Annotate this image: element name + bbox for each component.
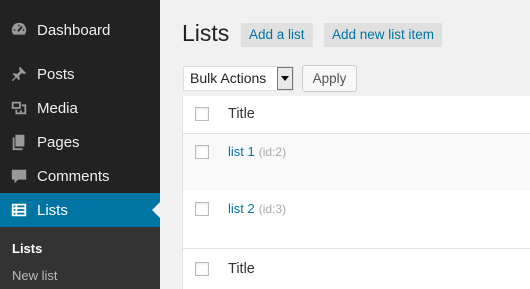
list-id: (id:3) xyxy=(258,202,287,216)
list-icon xyxy=(9,200,29,220)
sidebar-item-label: Pages xyxy=(37,133,80,151)
column-header-title[interactable]: Title xyxy=(228,106,255,122)
list-id: (id:2) xyxy=(258,145,287,159)
list-item: list 1 (id:2) xyxy=(228,144,286,159)
main-content: Lists Add a list Add new list item Bulk … xyxy=(160,0,530,289)
media-icon xyxy=(9,98,29,118)
add-list-button[interactable]: Add a list xyxy=(241,23,313,47)
table-footer-row: Title xyxy=(183,248,530,289)
sidebar-item-label: Dashboard xyxy=(37,21,111,39)
table-row: list 2 (id:3) xyxy=(183,191,530,248)
chevron-down-icon[interactable] xyxy=(277,67,293,90)
sidebar-item-label: Comments xyxy=(37,167,110,185)
column-footer-title[interactable]: Title xyxy=(228,261,255,277)
bulk-actions-value: Bulk Actions xyxy=(190,70,267,86)
sidebar-item-label: Lists xyxy=(37,201,68,219)
admin-sidebar: Dashboard Posts Media Pages Comments Lis… xyxy=(0,0,160,289)
lists-submenu: Lists New list xyxy=(0,227,160,289)
comment-icon xyxy=(9,166,29,186)
list-item: list 2 (id:3) xyxy=(228,201,286,216)
pages-icon xyxy=(9,132,29,152)
sidebar-item-dashboard[interactable]: Dashboard xyxy=(0,13,160,47)
active-indicator xyxy=(152,202,160,218)
lists-table: Title list 1 (id:2) list 2 (id:3) Title xyxy=(182,96,530,289)
sidebar-item-label: Posts xyxy=(37,65,75,83)
list-link[interactable]: list 2 xyxy=(228,201,255,216)
table-row: list 1 (id:2) xyxy=(183,134,530,191)
submenu-item-lists[interactable]: Lists xyxy=(12,241,42,256)
submenu-item-new-list[interactable]: New list xyxy=(12,268,58,283)
sidebar-item-media[interactable]: Media xyxy=(0,91,160,125)
sidebar-item-posts[interactable]: Posts xyxy=(0,57,160,91)
row-checkbox[interactable] xyxy=(195,145,209,159)
add-list-item-button[interactable]: Add new list item xyxy=(324,23,443,47)
sidebar-item-lists[interactable]: Lists xyxy=(0,193,160,227)
select-all-checkbox[interactable] xyxy=(195,107,209,121)
dashboard-icon xyxy=(9,20,29,40)
bulk-actions-select[interactable]: Bulk Actions xyxy=(183,66,294,91)
list-link[interactable]: list 1 xyxy=(228,144,255,159)
table-header-row: Title xyxy=(183,96,530,134)
row-checkbox[interactable] xyxy=(195,202,209,216)
sidebar-item-pages[interactable]: Pages xyxy=(0,125,160,159)
apply-button[interactable]: Apply xyxy=(302,65,357,92)
page-title: Lists xyxy=(182,20,230,46)
pin-icon xyxy=(9,64,29,84)
sidebar-item-label: Media xyxy=(37,99,78,117)
select-all-checkbox-footer[interactable] xyxy=(195,262,209,276)
sidebar-item-comments[interactable]: Comments xyxy=(0,159,160,193)
